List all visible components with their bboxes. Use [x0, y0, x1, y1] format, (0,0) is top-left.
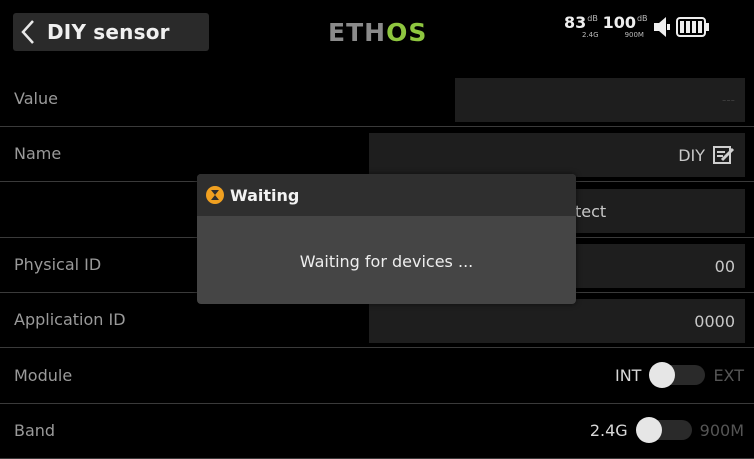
rssi-2g4-unit: dB: [587, 14, 598, 23]
module-option-ext: EXT: [713, 365, 744, 385]
waiting-dialog: Waiting Waiting for devices ...: [197, 174, 576, 304]
module-option-int: INT: [614, 365, 642, 385]
band-switch[interactable]: [635, 417, 694, 443]
name-field[interactable]: DIY: [369, 133, 745, 177]
band-label: Band: [14, 421, 56, 440]
row-band: Band 2.4G 900M: [0, 405, 754, 459]
hourglass-icon: [206, 186, 224, 204]
rssi-2g4-value: 83: [564, 13, 587, 32]
band-toggle[interactable]: 2.4G 900M: [590, 417, 744, 443]
logo-os: OS: [386, 18, 427, 46]
physical-id-label: Physical ID: [14, 255, 102, 274]
module-switch[interactable]: [649, 362, 707, 388]
value-label: Value: [14, 89, 58, 108]
dialog-header: Waiting: [197, 174, 576, 216]
module-label: Module: [14, 366, 73, 385]
rssi-900m-band: 900M: [624, 31, 644, 39]
application-id-field[interactable]: 0000: [369, 299, 745, 343]
rssi-2g4: 83 dB 2.4G: [564, 13, 599, 40]
value-field: ---: [455, 78, 745, 122]
module-toggle[interactable]: INT EXT: [615, 362, 744, 388]
speaker-icon[interactable]: [652, 16, 672, 42]
status-area: 83 dB 2.4G 100 dB 900M: [564, 14, 710, 48]
application-id-label: Application ID: [14, 310, 126, 329]
svg-text:ETHOS: ETHOS: [328, 18, 427, 46]
band-option-900m: 900M: [699, 420, 744, 440]
row-value: Value ---: [0, 73, 754, 127]
chevron-left-icon: [13, 13, 43, 51]
battery-icon: [675, 16, 710, 42]
edit-icon[interactable]: [713, 145, 735, 165]
dialog-message: Waiting for devices ...: [299, 252, 474, 271]
logo-eth: ETH: [328, 18, 386, 46]
ethos-logo: ETHOS: [328, 18, 448, 47]
row-module: Module INT EXT: [0, 350, 754, 404]
dialog-title: Waiting: [230, 185, 300, 205]
name-label: Name: [14, 144, 62, 163]
rssi-900m-value: 100: [602, 13, 636, 32]
rssi-900m: 100 dB 900M: [602, 13, 648, 40]
name-value: DIY: [678, 145, 705, 165]
band-option-2g4: 2.4G: [589, 420, 628, 440]
toggle-knob: [635, 417, 662, 443]
page-title: DIY sensor: [47, 20, 170, 44]
top-bar: DIY sensor ETHOS 83 dB 2.4G 100 dB 900M: [0, 0, 754, 62]
back-button[interactable]: DIY sensor: [13, 13, 209, 51]
rssi-900m-unit: dB: [636, 14, 648, 23]
rssi-2g4-band: 2.4G: [582, 31, 599, 39]
